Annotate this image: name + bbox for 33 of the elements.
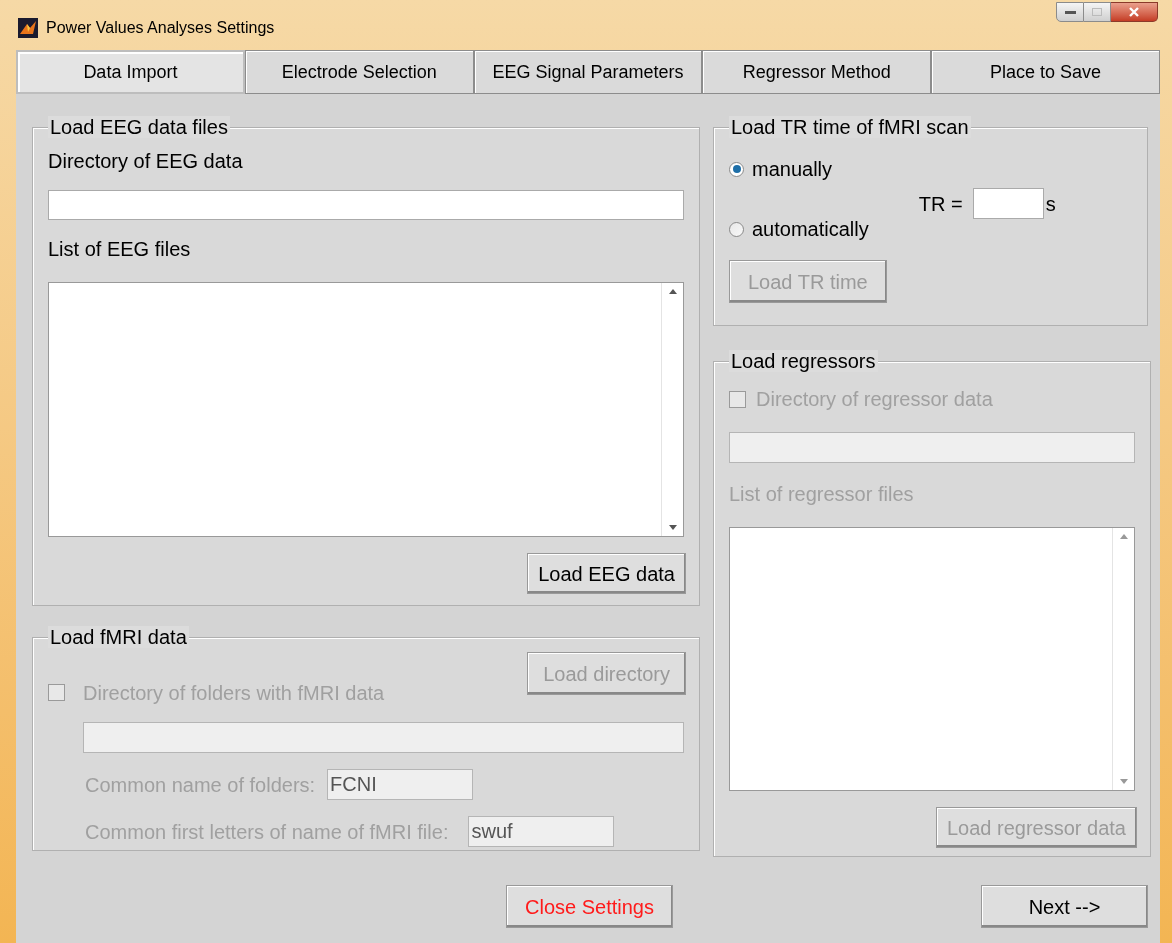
field-label: List of EEG files xyxy=(48,237,192,262)
scroll-up-icon xyxy=(1119,534,1128,539)
radio-button[interactable] xyxy=(729,161,744,177)
field-label: Directory of EEG data xyxy=(48,149,244,174)
minimize-button[interactable] xyxy=(1056,2,1084,22)
unit-label: s xyxy=(1045,191,1056,217)
app-logo-icon xyxy=(18,18,38,38)
checkbox-label: Directory of folders with fMRI data xyxy=(83,681,385,706)
radio-button[interactable] xyxy=(729,221,744,237)
radio-label: automatically xyxy=(752,217,869,242)
next-button[interactable]: Next --> xyxy=(981,885,1148,928)
radio-label: manually xyxy=(752,157,833,182)
tab[interactable]: Electrode Selection xyxy=(244,50,474,94)
panel-title: Load regressors xyxy=(729,350,878,372)
tab[interactable]: Place to Save xyxy=(931,50,1160,94)
close-icon xyxy=(1128,7,1140,17)
checkbox-label: Directory of regressor data xyxy=(756,387,993,412)
tab[interactable]: EEG Signal Parameters xyxy=(473,50,703,94)
tab[interactable]: Regressor Method xyxy=(702,50,932,94)
tab[interactable]: Data Import xyxy=(16,50,245,94)
close-button[interactable] xyxy=(1111,2,1158,22)
scroll-up-icon xyxy=(668,289,677,294)
scroll-down-icon xyxy=(1119,779,1128,784)
load-button[interactable]: Load EEG data xyxy=(527,553,686,594)
maximize-button[interactable] xyxy=(1084,2,1111,22)
field-label: Common first letters of name of fMRI file: xyxy=(85,819,449,845)
tr-field[interactable] xyxy=(972,188,1044,219)
field-label: TR = xyxy=(918,191,963,217)
directory-field[interactable] xyxy=(48,190,684,220)
scroll-down-icon xyxy=(668,525,677,530)
field-label: Common name of folders: xyxy=(85,772,316,798)
field-label: List of regressor files xyxy=(729,482,915,507)
window-title: Power Values Analyses Settings xyxy=(46,18,275,38)
